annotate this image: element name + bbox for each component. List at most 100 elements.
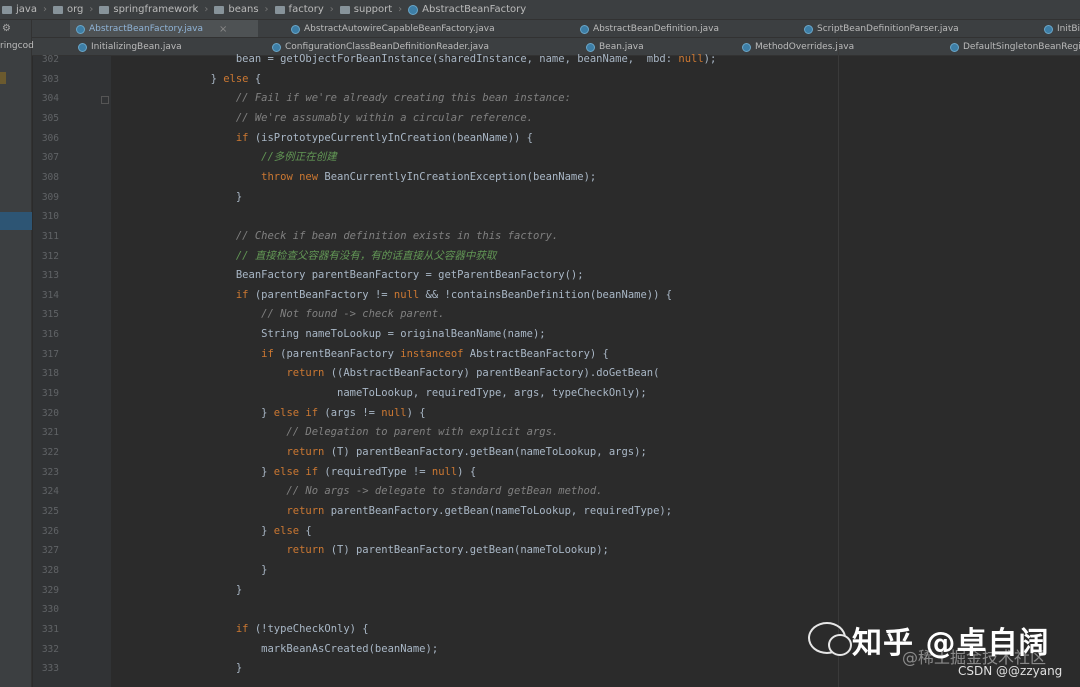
code-text[interactable]: // Check if bean definition exists in th… [160,227,558,247]
tree-selected-row[interactable] [0,212,32,230]
line-number: 323 [41,466,59,478]
code-line[interactable]: 318 return ((AbstractBeanFactory) parent… [33,364,838,384]
class-icon [804,24,813,34]
line-number: 331 [41,623,59,635]
code-text[interactable]: } [160,561,267,581]
code-text[interactable]: } else if (args != null) { [160,404,425,424]
code-line[interactable]: 305 // We're assumably within a circular… [33,109,838,129]
code-text[interactable]: } else { [160,70,262,90]
chevron-right-icon: › [42,4,47,15]
code-line[interactable]: 315 // Not found -> check parent. [33,305,838,325]
code-line[interactable]: 303 } else { [33,70,838,90]
tab-abstract-bean-definition[interactable]: AbstractBeanDefinition.java [574,20,725,37]
tab-default-singleton-bean-registry[interactable]: DefaultSingletonBeanRegis [944,38,1080,55]
code-text[interactable]: return ((AbstractBeanFactory) parentBean… [160,364,659,384]
code-line[interactable]: 321 // Delegation to parent with explici… [33,423,838,443]
code-text[interactable]: markBeanAsCreated(beanName); [160,640,438,660]
code-text[interactable]: } [160,659,242,679]
code-line[interactable]: 309 } [33,188,838,208]
code-text[interactable]: // No args -> delegate to standard getBe… [160,482,602,502]
tab-init-bin[interactable]: InitBin [1038,20,1080,37]
line-number: 307 [41,152,59,164]
chevron-right-icon: › [89,4,94,15]
breadcrumb-item-support[interactable]: support [339,4,392,15]
line-number: 316 [41,329,59,341]
code-text[interactable]: String nameToLookup = originalBeanName(n… [160,325,545,345]
code-line[interactable]: 311 // Check if bean definition exists i… [33,227,838,247]
code-text[interactable]: if (!typeCheckOnly) { [160,620,369,640]
code-text[interactable]: return parentBeanFactory.getBean(nameToL… [160,502,672,522]
code-line[interactable]: 327 return (T) parentBeanFactory.getBean… [33,541,838,561]
code-line[interactable]: 306 if (isPrototypeCurrentlyInCreation(b… [33,129,838,149]
code-text[interactable]: // Not found -> check parent. [160,305,444,325]
code-line[interactable]: 313 BeanFactory parentBeanFactory = getP… [33,266,838,286]
code-line[interactable]: 322 return (T) parentBeanFactory.getBean… [33,443,838,463]
code-text[interactable]: } else if (requiredType != null) { [160,463,476,483]
code-text[interactable]: } else { [160,522,312,542]
code-line[interactable]: 317 if (parentBeanFactory instanceof Abs… [33,345,838,365]
code-line[interactable]: 326 } else { [33,522,838,542]
code-text[interactable]: if (parentBeanFactory instanceof Abstrac… [160,345,609,365]
code-line[interactable]: 331 if (!typeCheckOnly) { [33,620,838,640]
code-line[interactable]: 314 if (parentBeanFactory != null && !co… [33,286,838,306]
code-line[interactable]: 323 } else if (requiredType != null) { [33,463,838,483]
code-line[interactable]: 312 // 直接检查父容器有没有，有的话直接从父容器中获取 [33,247,838,267]
code-text[interactable]: throw new BeanCurrentlyInCreationExcepti… [160,168,596,188]
tab-abstract-autowire-capable-bean-factory[interactable]: AbstractAutowireCapableBeanFactory.java [285,20,501,37]
breadcrumb-item-springframework[interactable]: springframework [99,4,198,15]
breadcrumb-item-java[interactable]: java [2,4,37,15]
code-line[interactable]: 308 throw new BeanCurrentlyInCreationExc… [33,168,838,188]
breadcrumb-item-factory[interactable]: factory [274,4,324,15]
code-text[interactable]: // 直接检查父容器有没有，有的话直接从父容器中获取 [160,247,496,267]
tab-abstract-bean-factory[interactable]: AbstractBeanFactory.java × [70,20,258,37]
code-line[interactable]: 319 nameToLookup, requiredType, args, ty… [33,384,838,404]
code-line[interactable]: 329 } [33,581,838,601]
code-text[interactable]: } [160,581,242,601]
code-text[interactable]: nameToLookup, requiredType, args, typeCh… [160,384,647,404]
breadcrumb-item-beans[interactable]: beans [214,4,259,15]
class-icon [950,42,959,52]
code-text[interactable]: // We're assumably within a circular ref… [160,109,533,129]
class-icon [580,24,589,34]
code-text[interactable]: if (isPrototypeCurrentlyInCreation(beanN… [160,129,533,149]
breadcrumb-item-class[interactable]: AbstractBeanFactory [408,4,526,15]
project-tree-label[interactable]: ringcod [0,41,34,51]
line-number: 329 [41,584,59,596]
class-icon [291,24,300,34]
code-line[interactable]: 316 String nameToLookup = originalBeanNa… [33,325,838,345]
code-line[interactable]: 304 // Fail if we're already creating th… [33,89,838,109]
code-line[interactable]: 302 bean = getObjectForBeanInstance(shar… [33,50,838,70]
line-number: 321 [41,427,59,439]
code-line[interactable]: 333 } [33,659,838,679]
close-icon[interactable]: × [219,24,227,35]
code-line[interactable]: 324 // No args -> delegate to standard g… [33,482,838,502]
line-number: 313 [41,270,59,282]
code-line[interactable]: 320 } else if (args != null) { [33,404,838,424]
code-line[interactable]: 332 markBeanAsCreated(beanName); [33,640,838,660]
line-number: 309 [41,191,59,203]
code-text[interactable]: // Delegation to parent with explicit ar… [160,423,558,443]
code-line[interactable]: 325 return parentBeanFactory.getBean(nam… [33,502,838,522]
code-line[interactable]: 310 [33,207,838,227]
code-line[interactable]: 330 [33,600,838,620]
code-text[interactable]: } [160,188,242,208]
gear-icon[interactable]: ⚙ [2,23,11,34]
tab-script-bean-definition-parser[interactable]: ScriptBeanDefinitionParser.java [798,20,965,37]
code-text[interactable]: if (parentBeanFactory != null && !contai… [160,286,672,306]
breadcrumb-item-org[interactable]: org [52,4,83,15]
line-number: 304 [41,93,59,105]
code-text[interactable]: BeanFactory parentBeanFactory = getParen… [160,266,584,286]
code-text[interactable]: return (T) parentBeanFactory.getBean(nam… [160,541,608,561]
code-text[interactable]: // Fail if we're already creating this b… [160,89,571,109]
line-number: 306 [41,132,59,144]
line-number: 326 [41,525,59,537]
line-number: 328 [41,564,59,576]
chevron-right-icon: › [398,4,403,15]
class-icon [408,4,419,15]
code-line[interactable]: 307 //多例正在创建 [33,148,838,168]
line-number: 333 [41,663,59,675]
code-text[interactable]: bean = getObjectForBeanInstance(sharedIn… [160,50,716,70]
code-line[interactable]: 328 } [33,561,838,581]
code-text[interactable]: //多例正在创建 [160,148,337,168]
code-text[interactable]: return (T) parentBeanFactory.getBean(nam… [160,443,646,463]
